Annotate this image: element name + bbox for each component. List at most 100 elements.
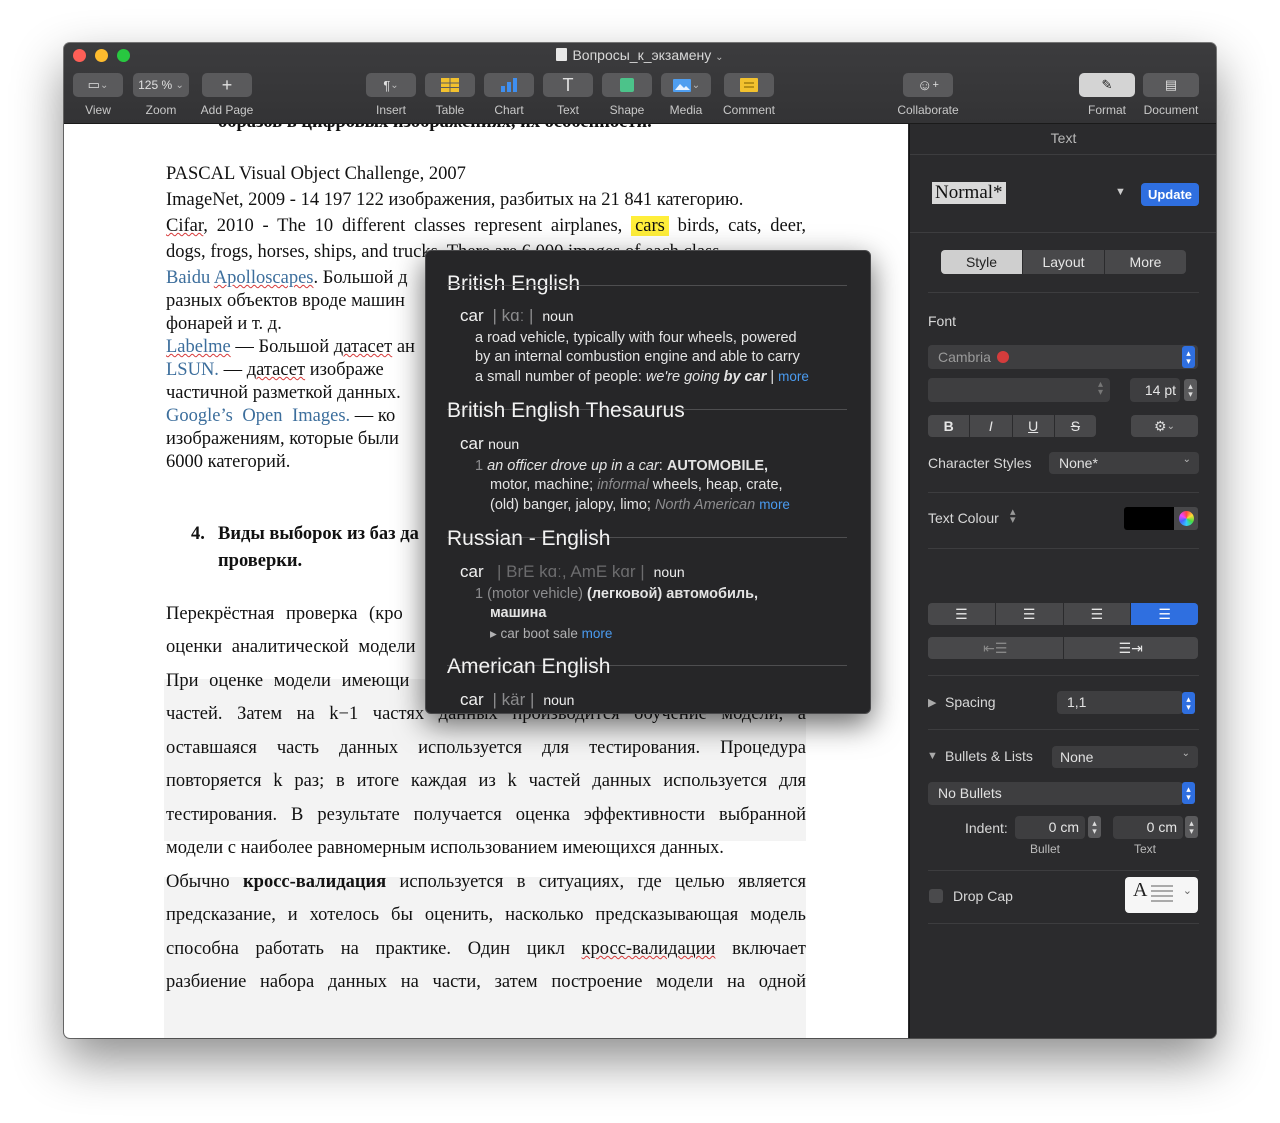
tab-style[interactable]: Style (941, 250, 1023, 274)
lookup-definition: a small number of people: we're going by… (475, 369, 809, 385)
text-style-buttons: B I U S (928, 415, 1096, 437)
character-styles-select[interactable]: None* ⌄ (1049, 452, 1199, 474)
sidebar-header: Text (1050, 130, 1077, 146)
dictionary-lookup-popover[interactable]: British English car | kɑː | noun a road … (425, 250, 871, 714)
alignment-buttons: ☰ ☰ ☰ ☰ (928, 603, 1198, 625)
spacing-label: Spacing (945, 694, 996, 710)
add-page-button[interactable]: + Add Page (199, 73, 255, 117)
document-file-icon (556, 48, 568, 61)
lookup-section-title: British English Thesaurus (447, 399, 685, 422)
align-justify-icon[interactable]: ☰ (1131, 603, 1198, 625)
typeface-stepper-icon: ▴ ▾ (1098, 379, 1104, 398)
lookup-phrase: ▸ car boot sale more (490, 626, 613, 641)
link-google-open-images[interactable]: Google’s Open Images. (166, 406, 350, 426)
zoom-control[interactable]: 125 % ⌄ Zoom (133, 73, 189, 117)
more-link[interactable]: more (582, 626, 613, 641)
align-right-icon[interactable]: ☰ (1064, 603, 1132, 625)
more-link[interactable]: more (759, 497, 790, 512)
bullets-lists-select[interactable]: None ⌄ (1052, 746, 1198, 768)
align-left-icon[interactable]: ☰ (928, 603, 996, 625)
chevron-down-icon: ⌄ (1181, 748, 1190, 759)
underline-button[interactable]: U (1013, 415, 1055, 437)
chart-button[interactable]: Chart (484, 73, 534, 117)
italic-button[interactable]: I (970, 415, 1013, 437)
disclosure-right-icon[interactable]: ▶ (928, 696, 936, 709)
text-options-gear-icon[interactable]: ⚙ ⌄ (1131, 415, 1198, 437)
font-size-field[interactable]: 14 pt (1130, 378, 1180, 402)
link-lsun[interactable]: LSUN. (166, 360, 219, 380)
comment-button[interactable]: Comment (720, 73, 778, 117)
highlighted-word[interactable]: cars (631, 216, 669, 236)
collaborate-button[interactable]: ☺ + Collaborate (890, 73, 966, 117)
increase-indent-icon[interactable]: ☰⇥ (1064, 637, 1199, 659)
font-typeface-select[interactable] (928, 378, 1110, 402)
spacing-select[interactable]: 1,1 (1057, 691, 1183, 714)
text-line: изображениям, которые были (166, 429, 399, 449)
bold-button[interactable]: B (928, 415, 971, 437)
align-center-icon[interactable]: ☰ (996, 603, 1064, 625)
text-box-icon: T (543, 73, 593, 97)
font-family-select[interactable]: Cambria (928, 345, 1198, 369)
drop-cap-checkbox[interactable] (929, 889, 943, 903)
table-button[interactable]: Table (425, 73, 475, 117)
bullet-indent-field[interactable]: 0 cm (1015, 816, 1085, 839)
font-size-stepper[interactable]: ▴ ▾ (1184, 379, 1197, 401)
table-icon (441, 78, 459, 92)
text-line: частичной разметкой данных. (166, 383, 401, 403)
collaborate-person-icon: ☺ + (903, 73, 953, 97)
update-style-button[interactable]: Update (1141, 183, 1199, 206)
view-button[interactable]: ▭ ⌄ View (73, 73, 123, 117)
tab-more[interactable]: More (1105, 250, 1186, 274)
text-colour-well[interactable] (1124, 507, 1174, 530)
tab-layout[interactable]: Layout (1023, 250, 1105, 274)
more-link[interactable]: more (778, 369, 809, 384)
text-line: Google’s Open Images. — ко (166, 406, 396, 426)
lookup-definition: 1 an officer drove up in a car: AUTOMOBI… (475, 458, 769, 474)
lookup-entry-head: car | BrE kɑː, AmE kɑr | noun (460, 562, 685, 581)
bullet-style-stepper-icon[interactable]: ▴ ▾ (1182, 782, 1195, 804)
text-line: повторяется k раз; в итоге каждая из k ч… (166, 771, 806, 791)
zoom-value: 125 % (138, 78, 173, 92)
text-line: ImageNet, 2009 - 14 197 122 изображения,… (166, 190, 744, 210)
disclosure-down-icon[interactable]: ▼ (927, 750, 938, 762)
text-line: модели с наиболее равномерным использова… (166, 838, 724, 858)
bullet-indent-stepper[interactable]: ▴ ▾ (1088, 816, 1101, 838)
text-indent-field[interactable]: 0 cm (1113, 816, 1183, 839)
link-labelme[interactable]: Labelme (166, 337, 231, 357)
lookup-section-title: Russian - English (447, 527, 611, 550)
text-line: оставшаяся часть данных используется для… (166, 738, 806, 758)
plus-icon: + (202, 73, 252, 97)
lookup-entry-head: car | kär | noun (460, 690, 575, 709)
text-indent-stepper[interactable]: ▴ ▾ (1185, 816, 1198, 838)
media-photo-icon (672, 79, 691, 92)
strikethrough-button[interactable]: S (1055, 415, 1096, 437)
colour-picker-button[interactable] (1174, 507, 1198, 530)
format-button[interactable]: ✎ Format (1079, 73, 1135, 117)
font-family-stepper-icon[interactable]: ▴ ▾ (1182, 346, 1195, 368)
style-dropdown-icon[interactable]: ▼ (1115, 186, 1126, 198)
decrease-indent-icon[interactable]: ⇤☰ (928, 637, 1064, 659)
spacing-stepper-icon[interactable]: ▴ ▾ (1182, 692, 1195, 714)
link-apolloscapes[interactable]: Apolloscapes (214, 268, 314, 288)
chevron-down-icon: ⌄ (1182, 454, 1191, 465)
style-tabs: Style Layout More (941, 250, 1186, 274)
text-line: способна работать на практике. Один цикл… (166, 939, 806, 959)
text-line: 6000 категорий. (166, 452, 291, 472)
text-button[interactable]: T Text (543, 73, 593, 117)
document-title[interactable]: Вопросы_к_экзамену ⌄ (64, 47, 1216, 63)
heading: проверки. (218, 551, 303, 571)
text-line: тестирования. В результате получается оц… (166, 805, 806, 825)
shape-button[interactable]: Shape (602, 73, 652, 117)
drop-cap-style-select[interactable]: A ⌄ (1125, 877, 1198, 913)
media-button[interactable]: ⌄ Media (661, 73, 711, 117)
text-line: разных объектов вроде машин (166, 291, 405, 311)
text-line: Обычно кросс-валидация используется в си… (166, 872, 806, 892)
text-indent-caption: Text (1134, 842, 1157, 856)
paragraph-style-name[interactable]: Normal* (932, 182, 1006, 204)
link-baidu[interactable]: Baidu (166, 268, 210, 288)
insert-button[interactable]: ¶ ⌄ Insert (366, 73, 416, 117)
bullets-lists-label: Bullets & Lists (945, 748, 1033, 764)
bullet-style-select[interactable]: No Bullets (928, 782, 1183, 805)
heading-cut: образов в цифровых изображениях, их особ… (218, 124, 652, 133)
document-button[interactable]: ▤ Document (1137, 73, 1205, 117)
